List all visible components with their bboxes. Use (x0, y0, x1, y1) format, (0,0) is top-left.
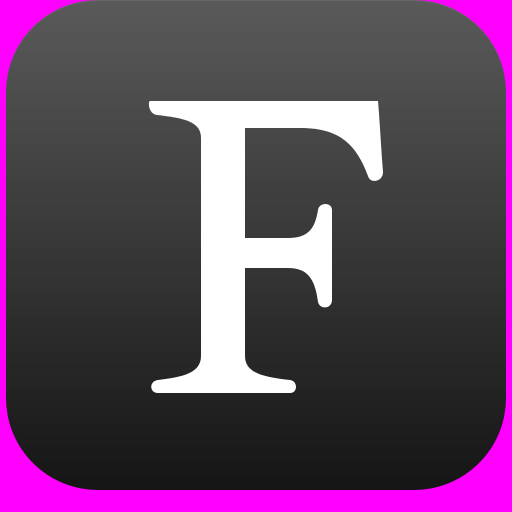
app-icon-tile[interactable] (6, 0, 506, 490)
